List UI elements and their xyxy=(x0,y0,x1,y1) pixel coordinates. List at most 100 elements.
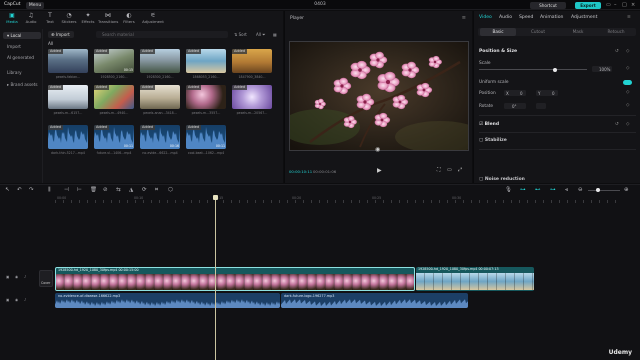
media-thumbnail[interactable]: Added xyxy=(232,49,272,73)
sidebar-item-import[interactable]: Import xyxy=(3,43,41,50)
tab-media[interactable]: ▣ Media xyxy=(2,12,22,24)
media-thumbnail[interactable]: Added xyxy=(48,49,88,73)
player-menu-icon[interactable]: ≡ xyxy=(462,15,466,21)
layout-icon[interactable]: ▭ xyxy=(606,2,611,8)
hide-track-icon[interactable]: ◉ xyxy=(15,275,18,279)
media-thumbnail[interactable]: Added 00:11 xyxy=(186,125,226,149)
tab-adjustment-settings[interactable]: Adjustment xyxy=(571,15,597,20)
sidebar-item-library[interactable]: Library xyxy=(3,69,41,76)
panel-menu-icon[interactable]: ≡ xyxy=(627,15,631,20)
reset-icon[interactable]: ↺ xyxy=(615,49,619,54)
shape-icon[interactable]: ⬡ xyxy=(168,187,173,193)
play-button[interactable]: ▶ xyxy=(377,167,382,174)
redo-icon[interactable]: ↷ xyxy=(29,187,34,193)
blend-heading[interactable]: ☑ Blend xyxy=(479,122,499,127)
media-thumbnail[interactable]: Added 00:15 xyxy=(94,49,134,73)
sort-button[interactable]: ⇅ Sort xyxy=(234,32,247,37)
import-button[interactable]: ⊕ Import xyxy=(48,31,74,38)
audio-mute-icon[interactable]: ♪ xyxy=(24,298,26,302)
media-thumbnail[interactable]: Added xyxy=(186,49,226,73)
zoom-in-icon[interactable]: ⊕ xyxy=(624,187,629,193)
audio-clip-1[interactable]: no-evidence-of-disease-166622.mp3 xyxy=(55,293,280,308)
media-thumbnail[interactable]: Added xyxy=(140,49,180,73)
filter-dropdown[interactable]: All ⏷ xyxy=(256,32,265,37)
menu-button[interactable]: Menu xyxy=(26,1,44,9)
media-thumbnail[interactable]: Added xyxy=(186,85,226,109)
audio-lock-icon[interactable]: ▣ xyxy=(6,298,9,302)
keyframe-icon[interactable]: ◇ xyxy=(626,49,629,54)
position-keyframe-icon[interactable]: ◇ xyxy=(626,90,629,95)
media-thumbnail[interactable]: Added xyxy=(140,85,180,109)
rotate-keyframe-icon[interactable]: ◇ xyxy=(626,103,629,108)
media-thumbnail[interactable]: Added xyxy=(48,125,88,149)
media-thumbnail[interactable]: Added 00:16 xyxy=(140,125,180,149)
reverse-icon[interactable]: ⇆ xyxy=(116,187,121,193)
media-thumbnail[interactable]: Added xyxy=(94,85,134,109)
ratio-icon[interactable]: ▭ xyxy=(447,167,452,173)
sidebar-item-brand-assets[interactable]: ▸ Brand assets xyxy=(3,81,41,88)
undo-icon[interactable]: ↶ xyxy=(17,187,22,193)
blend-reset-icon[interactable]: ↺ xyxy=(615,122,619,127)
tab-video[interactable]: Video xyxy=(479,15,492,20)
stabilize-heading[interactable]: ▢ Stabilize xyxy=(479,138,507,143)
scale-keyframe-icon[interactable]: ◇ xyxy=(626,66,629,71)
audio-clip-2[interactable]: dark-future-logo-196277.mp3 xyxy=(281,293,468,308)
shortcut-button[interactable]: Shortcut xyxy=(530,1,566,9)
minimize-icon[interactable]: – xyxy=(614,2,617,8)
mute-track-icon[interactable]: ♪ xyxy=(24,275,26,279)
video-clip-1[interactable]: 1928500-hd_1920_1080_30fps.mp4 00:00:15:… xyxy=(55,267,415,291)
maximize-icon[interactable]: □ xyxy=(622,2,627,8)
subtab-mask[interactable]: Mask xyxy=(560,28,596,36)
media-thumbnail[interactable]: Added 00:11 xyxy=(94,125,134,149)
tab-filters[interactable]: ◐ Filters xyxy=(119,12,139,24)
fit-icon[interactable]: ⛶ xyxy=(437,167,441,173)
record-icon[interactable]: ◉ xyxy=(375,146,380,153)
magnet-icon[interactable]: ⊷ xyxy=(535,187,541,193)
video-preview[interactable] xyxy=(289,41,469,151)
snap-icon[interactable]: ⊶ xyxy=(550,187,556,193)
subtab-retouch[interactable]: Retouch xyxy=(598,28,634,36)
flip-button[interactable] xyxy=(536,103,546,109)
link-icon[interactable]: ⊶ xyxy=(520,187,526,193)
zoom-slider[interactable] xyxy=(588,190,620,191)
subtab-basic[interactable]: Basic xyxy=(480,28,516,36)
search-input[interactable]: Search material xyxy=(96,31,228,38)
zoom-out-icon[interactable]: ⊖ xyxy=(578,187,583,193)
tab-audio[interactable]: ♫ Audio xyxy=(21,12,41,24)
tab-stickers[interactable]: ◔ Stickers xyxy=(59,12,79,24)
close-icon[interactable]: × xyxy=(631,2,635,8)
noise-reduction-heading[interactable]: ▢ Noise reduction xyxy=(479,177,525,182)
media-thumbnail[interactable]: Added xyxy=(48,85,88,109)
crop-icon[interactable]: ⌗ xyxy=(155,187,158,194)
split-icon[interactable]: ⫼ xyxy=(48,187,51,194)
media-thumbnail[interactable]: Added xyxy=(232,85,272,109)
split-left-icon[interactable]: ⊣ xyxy=(64,187,69,193)
delete-icon[interactable]: 🗑 xyxy=(90,187,97,193)
subtab-cutout[interactable]: Cutout xyxy=(520,28,556,36)
scale-slider[interactable] xyxy=(479,69,587,70)
audio-hide-icon[interactable]: ◉ xyxy=(15,298,18,302)
tab-transitions[interactable]: ⋈ Transitions xyxy=(98,12,118,24)
blend-keyframe-icon[interactable]: ◇ xyxy=(626,122,629,127)
preview-axis-icon[interactable]: ⫷ xyxy=(565,187,568,194)
split-right-icon[interactable]: ⊢ xyxy=(77,187,82,193)
tab-animation[interactable]: Animation xyxy=(540,15,563,20)
rotate-icon[interactable]: ⟳ xyxy=(142,187,147,193)
scale-slider-knob[interactable] xyxy=(552,67,557,72)
playhead-handle[interactable] xyxy=(213,195,218,200)
tab-audio-settings[interactable]: Audio xyxy=(499,15,512,20)
uniform-scale-toggle[interactable] xyxy=(623,80,632,85)
lock-track-icon[interactable]: ▣ xyxy=(6,275,9,279)
export-button[interactable]: Export xyxy=(575,1,601,9)
sidebar-item-local[interactable]: ▾ Local xyxy=(3,32,41,39)
sidebar-item-ai-generated[interactable]: AI generated xyxy=(3,54,41,61)
tab-speed[interactable]: Speed xyxy=(519,15,533,20)
tab-adjustment[interactable]: ⚟ Adjustment xyxy=(141,12,165,24)
tab-effects[interactable]: ✦ Effects xyxy=(78,12,98,24)
view-toggle-icon[interactable]: ▦ xyxy=(273,32,277,37)
zoom-slider-knob[interactable] xyxy=(596,188,600,192)
freeze-icon[interactable]: ⊘ xyxy=(103,187,108,193)
microphone-icon[interactable]: 🎙 xyxy=(505,187,512,193)
fullscreen-icon[interactable]: ⤢ xyxy=(458,167,462,173)
video-clip-2[interactable]: 1928500-hd_1920_1080_30fps.mp4 00:00:07:… xyxy=(416,267,534,291)
